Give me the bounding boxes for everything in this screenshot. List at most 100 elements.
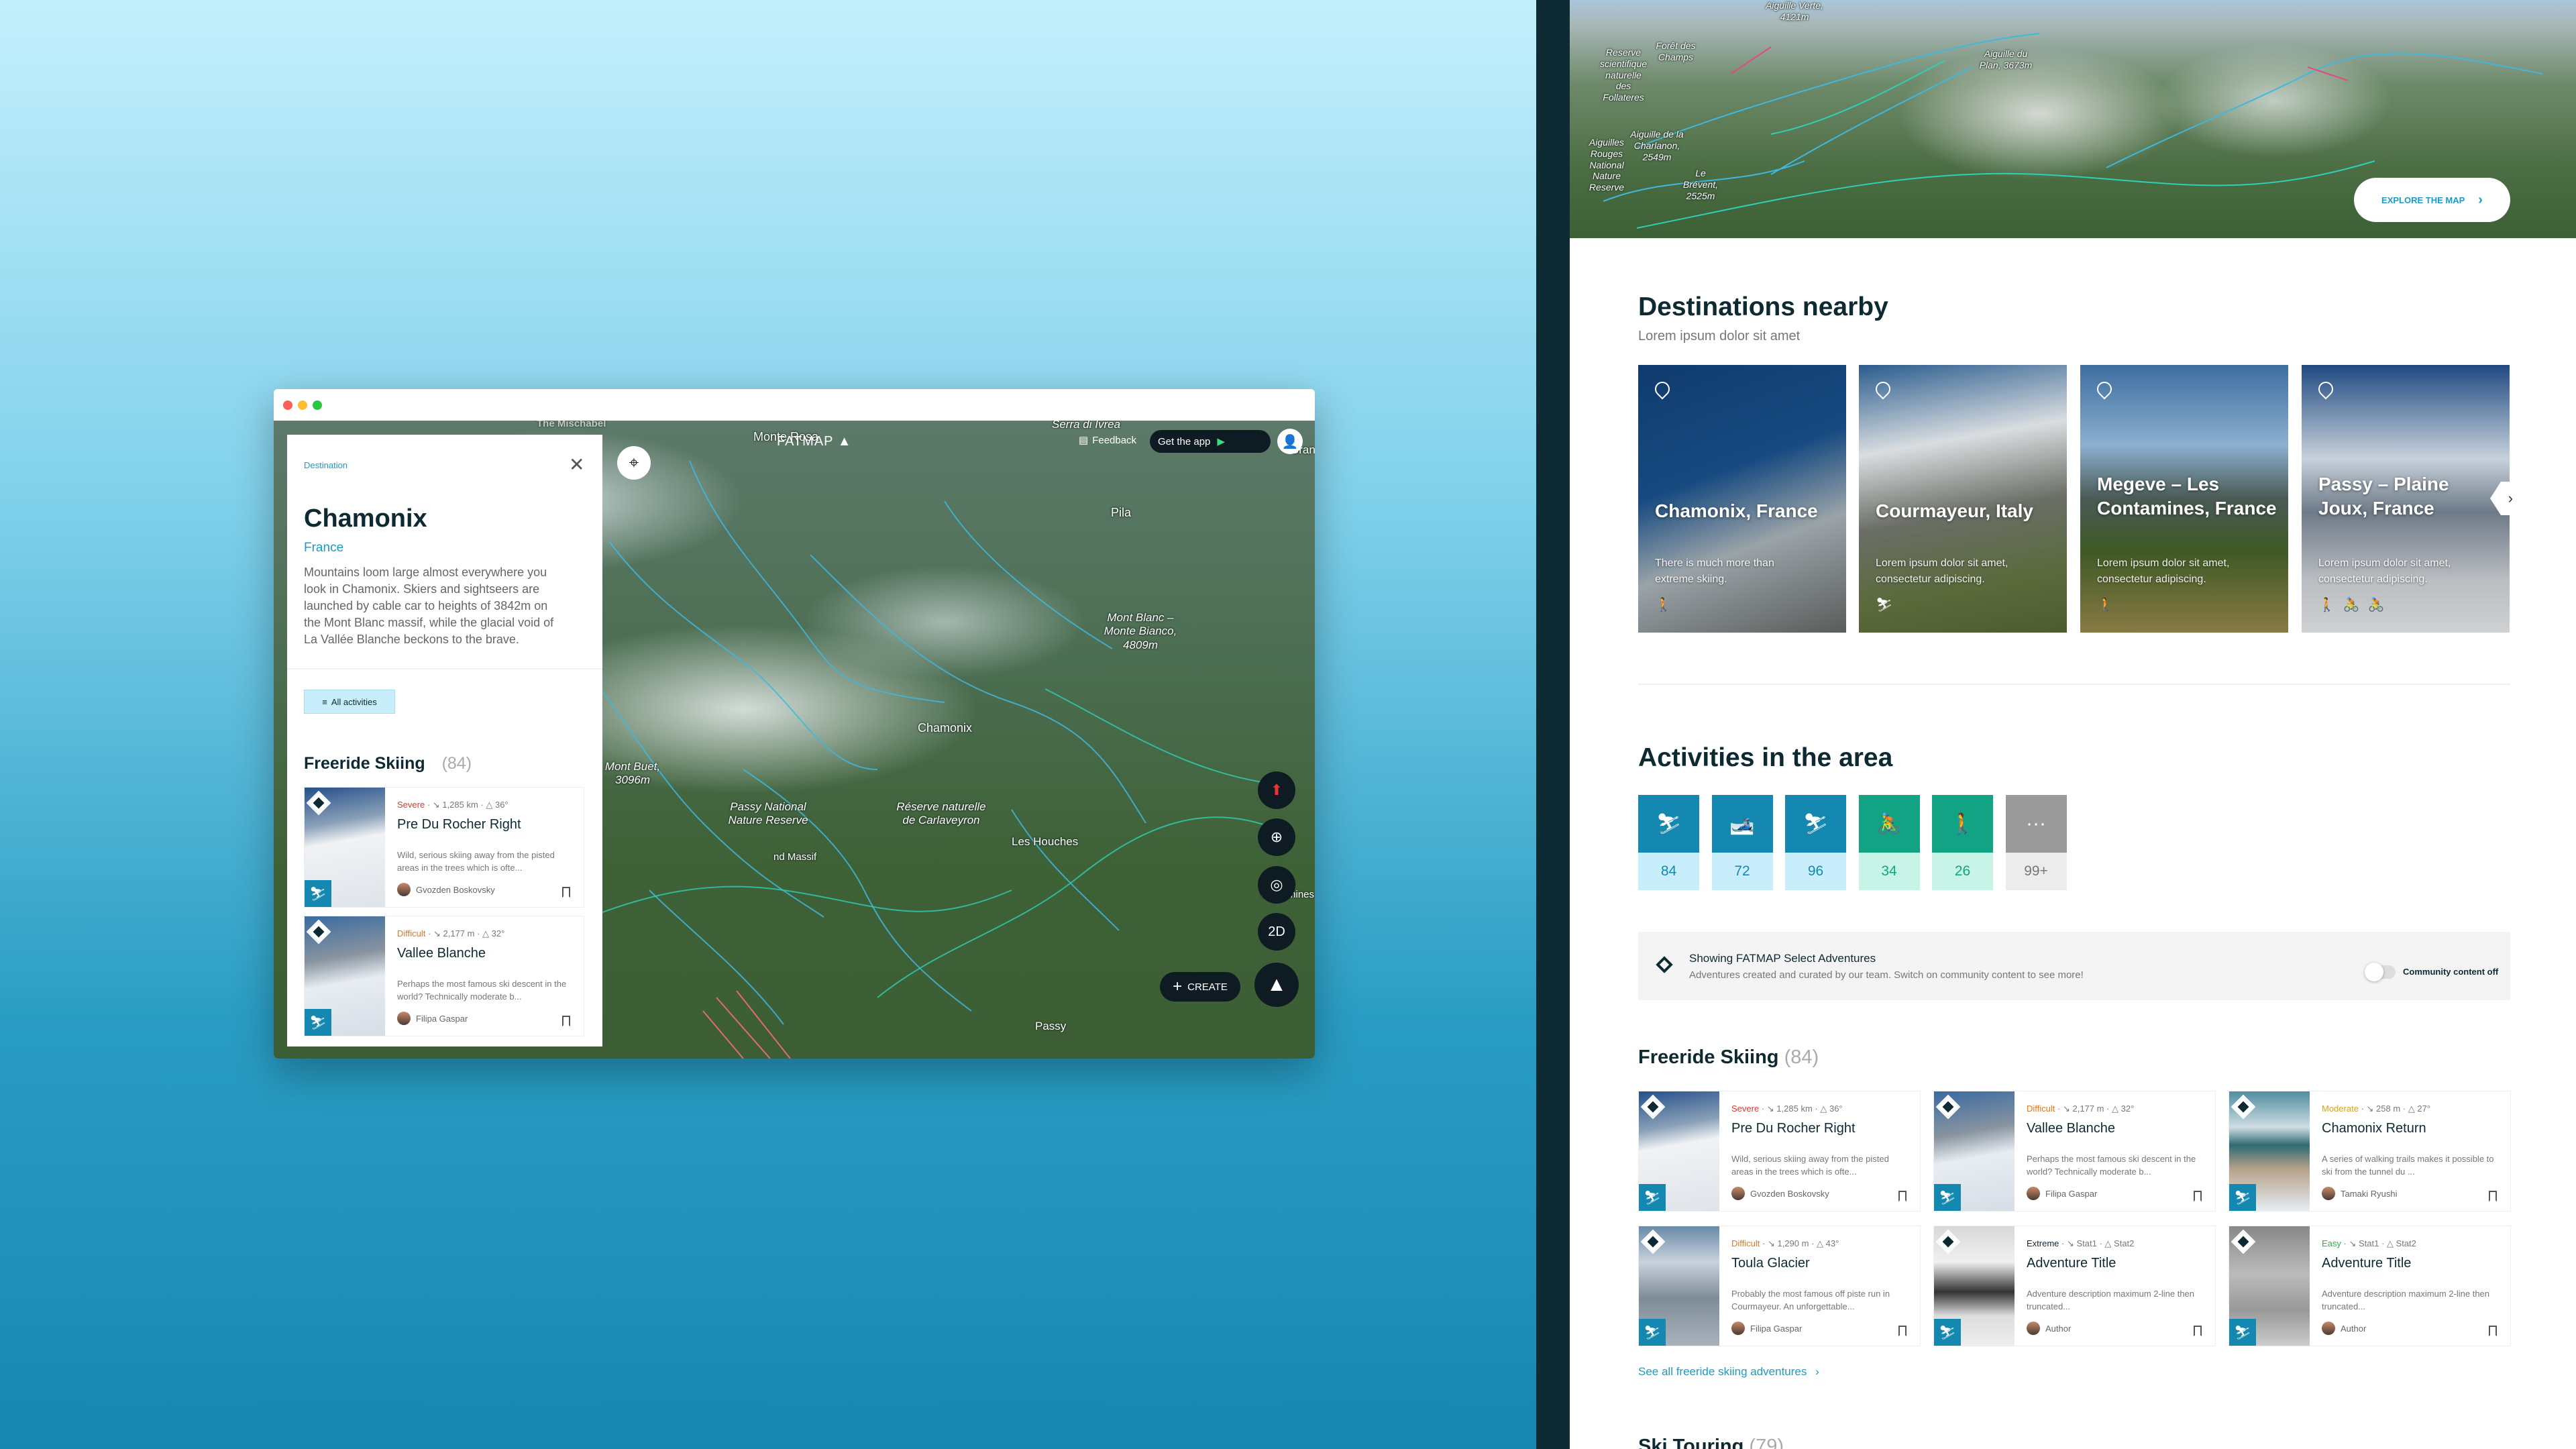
get-the-app-button[interactable]: Get the app ▶	[1150, 430, 1271, 453]
author: Filipa Gaspar	[397, 1012, 468, 1025]
location-pin-icon	[1872, 378, 1894, 400]
fatmap-logo: FATMAP ▲	[777, 434, 852, 449]
fatmap-menu-icon[interactable]: ▲	[1254, 963, 1299, 1007]
distance-icon: ↘	[433, 928, 441, 938]
difficulty: Extreme	[2027, 1238, 2059, 1248]
slope-icon: △	[2386, 1238, 2394, 1248]
author: Filipa Gaspar	[1731, 1322, 1802, 1335]
toggle-label: Community content off	[2403, 967, 2499, 977]
destinations-heading: Destinations nearby	[1638, 292, 1888, 321]
stat-2: Stat2	[2396, 1238, 2416, 1248]
divider	[1638, 684, 2510, 685]
destination-card[interactable]: Chamonix, France There is much more than…	[1638, 365, 1846, 633]
author-name: Author	[2045, 1323, 2072, 1334]
bookmark-icon[interactable]	[562, 887, 570, 898]
bookmark-icon[interactable]	[1898, 1326, 1907, 1336]
section-count: (84)	[441, 754, 472, 773]
difficulty: Severe	[1731, 1104, 1760, 1114]
adventure-stats: Severe · ↘ 1,285 km · △ 36°	[1731, 1104, 1843, 1114]
hiking-icon: 🚶	[1932, 795, 1993, 853]
create-label: CREATE	[1187, 981, 1228, 993]
hero-map[interactable]: Reserve scientifique naturelle des Folla…	[1570, 0, 2576, 238]
community-content-toggle[interactable]	[2365, 963, 2396, 981]
adventure-card[interactable]: ⛷ Difficult · ↘ 2,177 m · △ 32° Vallee B…	[1933, 1091, 2216, 1212]
activity-icons: ⛷	[1876, 598, 1901, 612]
difficulty: Difficult	[397, 928, 426, 938]
adventure-card[interactable]: ⛷ Severe · ↘ 1,285 km · △ 36° Pre Du Roc…	[304, 787, 584, 908]
activity-tile[interactable]: 🚶 26	[1932, 795, 1993, 890]
map-label: Le Brévent, 2525m	[1682, 168, 1719, 201]
user-avatar-icon[interactable]: 👤	[1277, 429, 1303, 454]
stat-2: Stat2	[2114, 1238, 2135, 1248]
bookmark-icon[interactable]	[562, 1016, 570, 1026]
location-pin-icon	[2315, 378, 2337, 400]
location-pin-icon	[1652, 378, 1673, 400]
adventure-title: Pre Du Rocher Right	[397, 817, 521, 832]
see-all-link[interactable]: See all freeride skiing adventures ›	[1638, 1365, 1819, 1379]
destination-name: Passy – Plaine Joux, France	[2318, 474, 2449, 519]
globe-icon[interactable]: ⊕	[1258, 818, 1295, 856]
adventure-card[interactable]: ⛷ Difficult · ↘ 2,177 m · △ 32° Vallee B…	[304, 916, 584, 1036]
map-label: Passy	[1035, 1020, 1067, 1032]
author-avatar	[1731, 1187, 1745, 1200]
slope-icon: △	[486, 800, 493, 810]
activity-tile[interactable]: 🎿 72	[1711, 795, 1773, 890]
page-title: Chamonix	[304, 504, 427, 533]
map-label: Aiguille Verte, 4121m	[1766, 0, 1823, 22]
author: Gvozden Boskovsky	[397, 883, 495, 896]
slope-icon: △	[2112, 1104, 2119, 1114]
freeride-skiing-icon: ⛷	[305, 880, 331, 907]
create-button[interactable]: + CREATE	[1160, 972, 1240, 1002]
adventure-card[interactable]: ⛷ Severe · ↘ 1,285 km · △ 36° Pre Du Roc…	[1638, 1091, 1921, 1212]
destination-card[interactable]: Courmayeur, Italy Lorem ipsum dolor sit …	[1859, 365, 2067, 633]
bookmark-icon[interactable]	[2194, 1326, 2202, 1336]
adventure-title: Adventure Title	[2322, 1256, 2412, 1271]
browser-window: The Mischabel nd Massif Serra di Ivrea G…	[274, 389, 1315, 1059]
adventure-title: Toula Glacier	[1731, 1256, 1810, 1271]
maximize-window-button[interactable]	[313, 400, 322, 410]
compass-icon[interactable]: ⬆	[1258, 771, 1295, 809]
activity-tile[interactable]: ··· 99+	[2005, 795, 2067, 890]
distance-icon: ↘	[432, 800, 440, 810]
distance-icon: ↘	[2066, 1238, 2074, 1248]
adventure-card[interactable]: ⛷ Extreme · ↘ Stat1 · △ Stat2 Adventure …	[1933, 1226, 2216, 1346]
slope-icon: △	[1817, 1238, 1824, 1248]
stat-1: 2,177 m	[443, 928, 475, 938]
author: Author	[2322, 1322, 2366, 1335]
adventure-stats: Severe · ↘ 1,285 km · △ 36°	[397, 800, 508, 810]
activity-tile[interactable]: ⛷ 96	[1785, 795, 1846, 890]
all-activities-button[interactable]: ≡ All activities	[304, 690, 395, 714]
2d-toggle-button[interactable]: 2D	[1258, 913, 1295, 951]
adventure-card[interactable]: ⛷ Moderate · ↘ 258 m · △ 27° Chamonix Re…	[2229, 1091, 2511, 1212]
bookmark-icon[interactable]	[2489, 1326, 2497, 1336]
adventure-card[interactable]: ⛷ Difficult · ↘ 1,290 m · △ 43° Toula Gl…	[1638, 1226, 1921, 1346]
distance-icon: ↘	[2366, 1104, 2374, 1114]
activity-tile[interactable]: 🚴 34	[1858, 795, 1920, 890]
adventure-card[interactable]: ⛷ Easy · ↘ Stat1 · △ Stat2 Adventure Tit…	[2229, 1226, 2511, 1346]
bookmark-icon[interactable]	[1898, 1191, 1907, 1201]
explore-map-button[interactable]: EXPLORE THE MAP ›	[2354, 178, 2510, 222]
fatmap-select-icon	[1656, 956, 1673, 973]
stat-1: 258 m	[2376, 1104, 2401, 1114]
divider	[287, 668, 602, 669]
destination-card[interactable]: Passy – Plaine Joux, France Lorem ipsum …	[2302, 365, 2510, 633]
slope-icon: △	[1820, 1104, 1827, 1114]
stat-2: 32°	[491, 928, 505, 938]
close-icon[interactable]: ✕	[569, 453, 584, 476]
feedback-button[interactable]: ▤ Feedback	[1079, 434, 1136, 447]
recenter-icon[interactable]: ⌖	[617, 446, 651, 480]
bookmark-icon[interactable]	[2489, 1191, 2497, 1201]
divider-strip	[1536, 0, 1570, 1449]
close-window-button[interactable]	[283, 400, 292, 410]
destination-card[interactable]: Megeve – Les Contamines, France Lorem ip…	[2080, 365, 2288, 633]
destination-description: Mountains loom large almost everywhere y…	[304, 566, 554, 646]
locate-icon[interactable]: ◎	[1258, 866, 1295, 904]
activity-tile[interactable]: ⛷ 84	[1638, 795, 1699, 890]
minimize-window-button[interactable]	[298, 400, 307, 410]
stat-1: 1,285 km	[1776, 1104, 1813, 1114]
bookmark-icon[interactable]	[2194, 1191, 2202, 1201]
adventure-title: Vallee Blanche	[397, 946, 486, 961]
author-name: Gvozden Boskovsky	[1750, 1188, 1829, 1199]
all-activities-label: All activities	[331, 696, 377, 707]
section-title: Ski Touring	[1638, 1436, 1744, 1449]
